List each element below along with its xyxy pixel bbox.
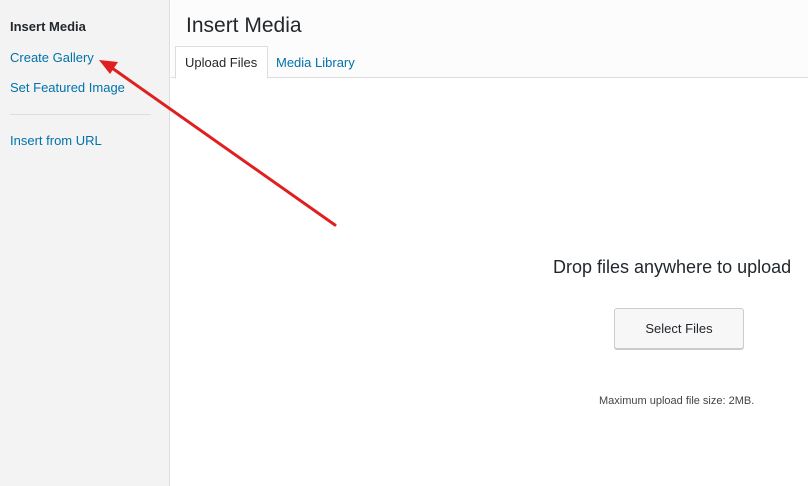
sidebar-separator bbox=[10, 114, 151, 115]
select-files-button[interactable]: Select Files bbox=[614, 308, 744, 349]
sidebar-item-set-featured-image[interactable]: Set Featured Image bbox=[10, 80, 125, 96]
drop-zone-instructions: Drop files anywhere to upload bbox=[553, 257, 792, 277]
max-upload-size-note: Maximum upload file size: 2MB. bbox=[599, 395, 755, 407]
tab-upload-files[interactable]: Upload Files bbox=[175, 46, 268, 79]
media-sidebar: Insert Media Create Gallery Set Featured… bbox=[0, 0, 170, 486]
media-main-panel: Insert Media Upload Files Media Library … bbox=[171, 0, 808, 486]
insert-media-modal: Insert Media Create Gallery Set Featured… bbox=[0, 0, 808, 486]
sidebar-item-create-gallery[interactable]: Create Gallery bbox=[10, 50, 94, 66]
media-header: Insert Media Upload Files Media Library bbox=[171, 0, 808, 79]
sidebar-item-insert-from-url[interactable]: Insert from URL bbox=[10, 133, 102, 149]
sidebar-title: Insert Media bbox=[10, 19, 86, 34]
tab-media-library[interactable]: Media Library bbox=[267, 46, 364, 78]
page-title: Insert Media bbox=[186, 14, 302, 37]
